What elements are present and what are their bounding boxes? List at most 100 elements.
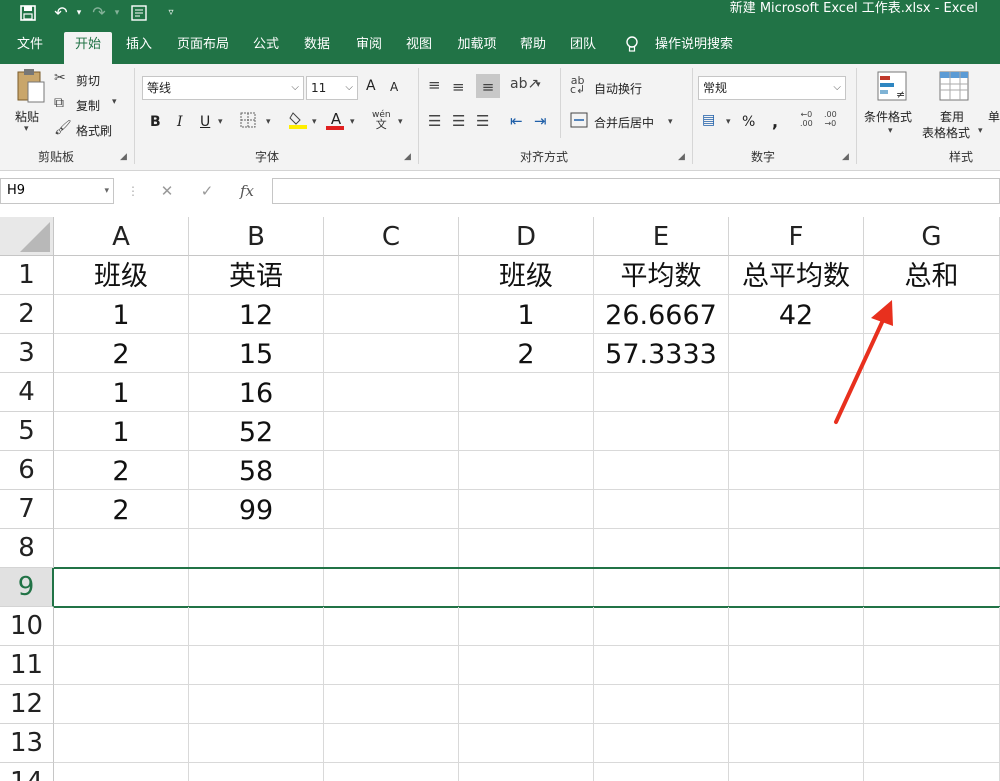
cell-c10[interactable] — [324, 607, 459, 646]
cell-e8[interactable] — [594, 529, 729, 568]
comma-button[interactable]: , — [772, 112, 778, 131]
cell-c11[interactable] — [324, 646, 459, 685]
font-color-dropdown-icon[interactable]: ▾ — [350, 117, 355, 127]
cell-f3[interactable] — [729, 334, 864, 373]
cell-d8[interactable] — [459, 529, 594, 568]
cell-b13[interactable] — [189, 724, 324, 763]
cell-c6[interactable] — [324, 451, 459, 490]
cell-b2[interactable]: 12 — [189, 295, 324, 334]
cell-a1[interactable]: 班级 — [54, 256, 189, 295]
cell-g13[interactable] — [864, 724, 1000, 763]
paste-dropdown-icon[interactable]: ▾ — [24, 124, 29, 134]
row-header-10[interactable]: 10 — [0, 607, 54, 646]
row-header-5[interactable]: 5 — [0, 412, 54, 451]
cell-d6[interactable] — [459, 451, 594, 490]
align-bottom-icon[interactable]: ≡ — [476, 74, 500, 98]
shrink-font-button[interactable]: A — [390, 80, 398, 94]
cell-g11[interactable] — [864, 646, 1000, 685]
cell-c3[interactable] — [324, 334, 459, 373]
row-header-6[interactable]: 6 — [0, 451, 54, 490]
format-painter-icon[interactable]: 🖌 — [54, 120, 72, 136]
cell-b4[interactable]: 16 — [189, 373, 324, 412]
copy-button[interactable]: 复制 — [76, 97, 100, 114]
cell-c8[interactable] — [324, 529, 459, 568]
tab-review[interactable]: 审阅 — [348, 32, 390, 64]
paste-button[interactable]: 粘贴 — [15, 108, 39, 125]
phonetic-guide-icon[interactable]: wén 文 — [372, 110, 391, 131]
cell-d10[interactable] — [459, 607, 594, 646]
row-header-4[interactable]: 4 — [0, 373, 54, 412]
cell-d2[interactable]: 1 — [459, 295, 594, 334]
cell-c5[interactable] — [324, 412, 459, 451]
borders-icon[interactable] — [240, 112, 256, 132]
tab-formulas[interactable]: 公式 — [246, 32, 286, 64]
cell-e7[interactable] — [594, 490, 729, 529]
cell-c1[interactable] — [324, 256, 459, 295]
cell-f13[interactable] — [729, 724, 864, 763]
font-launcher-icon[interactable]: ◢ — [404, 152, 411, 162]
cell-c13[interactable] — [324, 724, 459, 763]
cell-b5[interactable]: 52 — [189, 412, 324, 451]
insert-function-icon[interactable]: fx — [236, 178, 258, 204]
wrap-text-button[interactable]: 自动换行 — [594, 80, 642, 97]
decrease-decimal-icon[interactable]: .00 →0 — [824, 110, 837, 128]
font-color-icon[interactable]: A — [326, 110, 346, 130]
copy-dropdown-icon[interactable]: ▾ — [112, 97, 117, 107]
cell-d12[interactable] — [459, 685, 594, 724]
copy-icon[interactable]: ⧉ — [54, 95, 64, 111]
tab-file[interactable]: 文件 — [8, 32, 52, 64]
cell-d13[interactable] — [459, 724, 594, 763]
row-header-9[interactable]: 9 — [0, 568, 54, 607]
cell-a14[interactable] — [54, 763, 189, 781]
paste-icon[interactable] — [14, 68, 48, 108]
cell-b9[interactable] — [189, 568, 324, 607]
number-launcher-icon[interactable]: ◢ — [842, 152, 849, 162]
cell-f5[interactable] — [729, 412, 864, 451]
column-header-f[interactable]: F — [729, 217, 864, 256]
cell-b10[interactable] — [189, 607, 324, 646]
format-as-table-icon[interactable] — [938, 70, 970, 106]
cell-b3[interactable]: 15 — [189, 334, 324, 373]
cell-e9[interactable] — [594, 568, 729, 607]
fill-color-icon[interactable] — [288, 110, 308, 134]
tab-addins[interactable]: 加载项 — [450, 32, 504, 64]
column-header-c[interactable]: C — [324, 217, 459, 256]
column-header-b[interactable]: B — [189, 217, 324, 256]
cell-e12[interactable] — [594, 685, 729, 724]
row-header-14[interactable]: 14 — [0, 763, 54, 781]
align-right-icon[interactable]: ☰ — [476, 112, 489, 130]
cell-e4[interactable] — [594, 373, 729, 412]
cell-g12[interactable] — [864, 685, 1000, 724]
fill-color-dropdown-icon[interactable]: ▾ — [312, 117, 317, 127]
row-header-12[interactable]: 12 — [0, 685, 54, 724]
cell-b8[interactable] — [189, 529, 324, 568]
borders-dropdown-icon[interactable]: ▾ — [266, 117, 271, 127]
cell-c2[interactable] — [324, 295, 459, 334]
row-header-13[interactable]: 13 — [0, 724, 54, 763]
cell-a11[interactable] — [54, 646, 189, 685]
column-header-e[interactable]: E — [594, 217, 729, 256]
font-name-select[interactable]: 等线 ⌵ — [142, 76, 304, 100]
column-header-a[interactable]: A — [54, 217, 189, 256]
cell-d14[interactable] — [459, 763, 594, 781]
cell-g10[interactable] — [864, 607, 1000, 646]
save-icon[interactable] — [17, 0, 39, 26]
cell-g3[interactable] — [864, 334, 1000, 373]
cell-a12[interactable] — [54, 685, 189, 724]
row-header-1[interactable]: 1 — [0, 256, 54, 295]
cell-f14[interactable] — [729, 763, 864, 781]
cell-f10[interactable] — [729, 607, 864, 646]
cell-c4[interactable] — [324, 373, 459, 412]
cell-b12[interactable] — [189, 685, 324, 724]
cell-f12[interactable] — [729, 685, 864, 724]
more-options-icon[interactable]: ⋮ — [122, 178, 144, 204]
cell-e14[interactable] — [594, 763, 729, 781]
phonetic-dropdown-icon[interactable]: ▾ — [398, 117, 403, 127]
cancel-icon[interactable]: ✕ — [156, 178, 178, 204]
cell-d3[interactable]: 2 — [459, 334, 594, 373]
cell-g1[interactable]: 总和 — [864, 256, 1000, 295]
underline-button[interactable]: U — [200, 114, 210, 130]
cell-d4[interactable] — [459, 373, 594, 412]
orientation-dropdown-icon[interactable]: ▾ — [536, 80, 541, 90]
cell-e5[interactable] — [594, 412, 729, 451]
